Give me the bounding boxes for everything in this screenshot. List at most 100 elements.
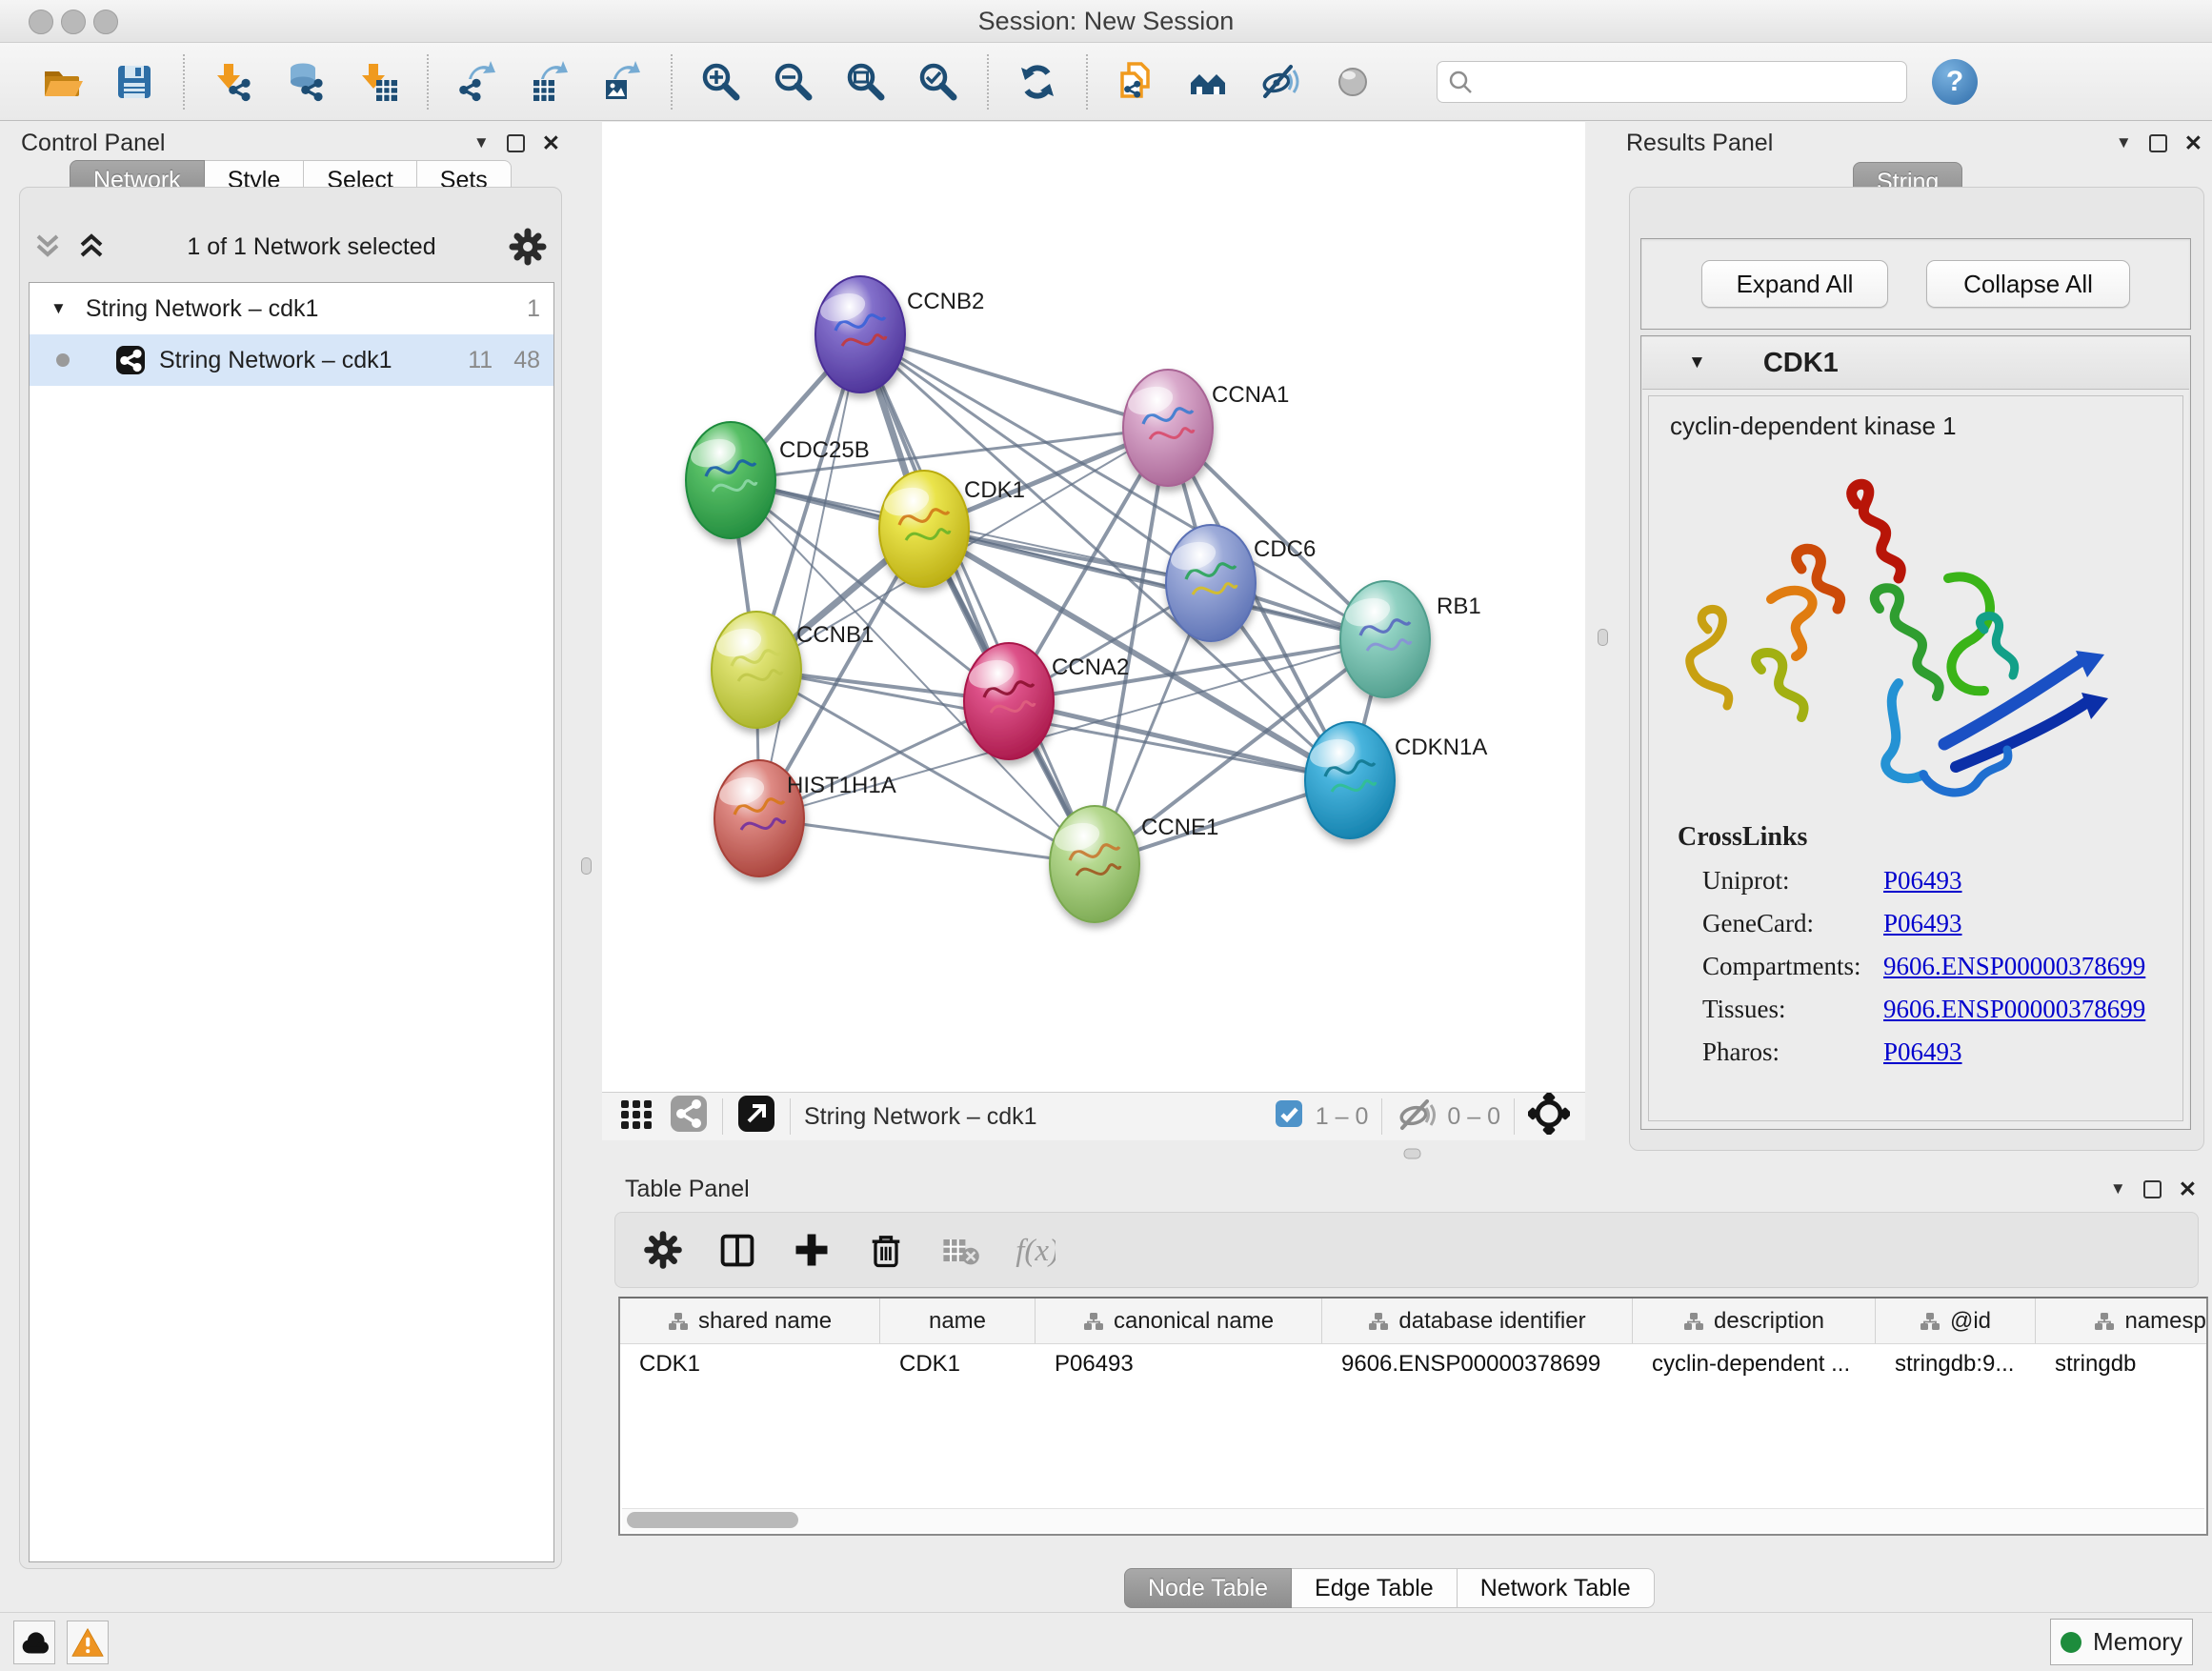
export-table-icon[interactable]: [526, 58, 573, 106]
column-header-name[interactable]: name: [880, 1299, 1036, 1343]
network-node-CCNB1[interactable]: [712, 612, 801, 728]
network-node-CDC6[interactable]: [1166, 525, 1256, 641]
network-view-toolbar: String Network – cdk1 1 – 0 0 – 0: [602, 1092, 1585, 1140]
search-input[interactable]: [1474, 68, 1897, 96]
column-header-description[interactable]: description: [1633, 1299, 1876, 1343]
help-button[interactable]: ?: [1932, 59, 1978, 105]
show-all-icon[interactable]: [1330, 58, 1377, 106]
network-canvas[interactable]: CCNB2 CCNA1 CDC25B CDK1 CDC6 RB1 CCNB1: [602, 122, 1585, 1092]
results-panel-menu-icon[interactable]: ▼: [2116, 133, 2132, 152]
delete-column-icon[interactable]: [865, 1229, 907, 1271]
memory-button[interactable]: Memory: [2050, 1619, 2193, 1665]
open-session-icon[interactable]: [38, 58, 86, 106]
add-column-icon[interactable]: [791, 1229, 833, 1271]
network-tree-item[interactable]: String Network – cdk11148: [30, 334, 553, 386]
results-panel-close-icon[interactable]: ✕: [2184, 132, 2202, 154]
new-network-from-selection-icon[interactable]: [1113, 58, 1160, 106]
expand-all-button[interactable]: Expand All: [1701, 260, 1888, 308]
cell-database-identifier[interactable]: 9606.ENSP00000378699: [1322, 1351, 1633, 1378]
warning-button[interactable]: [67, 1621, 109, 1664]
table-panel-menu-icon[interactable]: ▼: [2110, 1179, 2126, 1198]
control-panel-title: Control Panel: [21, 130, 165, 157]
gene-section-header[interactable]: ▼ CDK1: [1642, 337, 2189, 390]
crosslink-link[interactable]: 9606.ENSP00000378699: [1883, 952, 2145, 981]
memory-status-icon: [2061, 1632, 2081, 1653]
zoom-selected-icon[interactable]: [915, 58, 962, 106]
birdseye-view-icon[interactable]: [1528, 1093, 1570, 1141]
column-header-database-identifier[interactable]: database identifier: [1322, 1299, 1633, 1343]
update-icon[interactable]: [1014, 58, 1061, 106]
table-row[interactable]: CDK1CDK1P064939606.ENSP00000378699cyclin…: [620, 1344, 2206, 1384]
search-box[interactable]: [1437, 61, 1907, 103]
cell-@id[interactable]: stringdb:9...: [1876, 1351, 2036, 1378]
export-image-icon[interactable]: [598, 58, 646, 106]
control-panel-menu-icon[interactable]: ▼: [473, 133, 490, 152]
crosslink-link[interactable]: 9606.ENSP00000378699: [1883, 995, 2145, 1024]
node-label-CDC25B: CDC25B: [779, 437, 870, 463]
collapse-all-icon[interactable]: [32, 231, 70, 263]
network-node-CCNE1[interactable]: [1050, 806, 1139, 922]
network-options-gear-icon[interactable]: [509, 228, 547, 266]
crosslink-link[interactable]: P06493: [1883, 1037, 1962, 1067]
network-node-CDC25B[interactable]: [686, 422, 775, 538]
control-panel-float-icon[interactable]: [507, 134, 525, 152]
first-neighbors-icon[interactable]: [1185, 58, 1233, 106]
network-node-CDKN1A[interactable]: [1305, 722, 1395, 838]
gene-section-body: cyclin-dependent kinase 1 CrossLinks Uni…: [1648, 395, 2183, 1121]
column-header-namespace[interactable]: namespace: [2036, 1299, 2208, 1343]
tree-expander-icon[interactable]: ▼: [50, 299, 67, 318]
node-label-CCNB2: CCNB2: [907, 289, 984, 314]
table-panel-close-icon[interactable]: ✕: [2179, 1178, 2197, 1200]
zoom-fit-icon[interactable]: [842, 58, 890, 106]
crosslink-link[interactable]: P06493: [1883, 909, 1962, 938]
results-panel-float-icon[interactable]: [2149, 134, 2167, 152]
right-splitter[interactable]: [1585, 122, 1619, 1149]
string-network-badge-icon[interactable]: [669, 1094, 709, 1140]
network-selection-status: 1 of 1 Network selected: [114, 233, 509, 261]
cell-shared-name[interactable]: CDK1: [620, 1351, 880, 1378]
column-header-canonical-name[interactable]: canonical name: [1036, 1299, 1322, 1343]
tab-node-table[interactable]: Node Table: [1124, 1568, 1292, 1608]
node-label-CDC6: CDC6: [1254, 536, 1316, 562]
network-node-CDK1[interactable]: [879, 471, 969, 587]
import-network-file-icon[interactable]: [210, 58, 257, 106]
crosslink-link[interactable]: P06493: [1883, 866, 1962, 896]
network-node-CCNA2[interactable]: [964, 643, 1054, 759]
collapse-all-button[interactable]: Collapse All: [1926, 260, 2130, 308]
network-node-CCNA1[interactable]: [1123, 370, 1213, 486]
cell-name[interactable]: CDK1: [880, 1351, 1036, 1378]
expand-all-icon[interactable]: [76, 231, 114, 263]
column-header-@id[interactable]: @id: [1876, 1299, 2036, 1343]
cloud-button[interactable]: [13, 1621, 55, 1664]
table-horizontal-scrollbar[interactable]: [622, 1508, 2204, 1532]
control-panel-close-icon[interactable]: ✕: [542, 132, 560, 154]
zoom-in-icon[interactable]: [697, 58, 745, 106]
grid-view-icon[interactable]: [617, 1095, 655, 1139]
hidden-eye-icon[interactable]: [1396, 1095, 1438, 1139]
cell-namespace[interactable]: stringdb: [2036, 1351, 2208, 1378]
node-label-RB1: RB1: [1437, 594, 1481, 619]
selected-checkbox-icon[interactable]: [1274, 1098, 1304, 1136]
network-count: 48: [513, 347, 540, 374]
column-header-shared-name[interactable]: shared name: [620, 1299, 880, 1343]
left-splitter[interactable]: [570, 122, 602, 1574]
tab-network-table[interactable]: Network Table: [1458, 1568, 1655, 1608]
save-session-icon[interactable]: [111, 58, 158, 106]
network-node-RB1[interactable]: [1340, 581, 1430, 697]
section-collapse-icon[interactable]: ▼: [1688, 352, 1706, 373]
open-in-new-window-icon[interactable]: [736, 1094, 776, 1140]
split-columns-icon[interactable]: [716, 1229, 758, 1271]
zoom-out-icon[interactable]: [770, 58, 817, 106]
gear-icon[interactable]: [642, 1229, 684, 1271]
import-table-icon[interactable]: [354, 58, 402, 106]
table-panel-float-icon[interactable]: [2143, 1180, 2162, 1198]
hide-selected-icon[interactable]: [1257, 58, 1305, 106]
network-tree-item[interactable]: ▼String Network – cdk11: [30, 283, 553, 334]
node-label-CCNA1: CCNA1: [1212, 382, 1289, 408]
cell-description[interactable]: cyclin-dependent ...: [1633, 1351, 1876, 1378]
import-network-database-icon[interactable]: [282, 58, 330, 106]
tab-edge-table[interactable]: Edge Table: [1292, 1568, 1458, 1608]
cell-canonical-name[interactable]: P06493: [1036, 1351, 1322, 1378]
network-node-CCNB2[interactable]: [815, 276, 905, 393]
export-network-icon[interactable]: [453, 58, 501, 106]
